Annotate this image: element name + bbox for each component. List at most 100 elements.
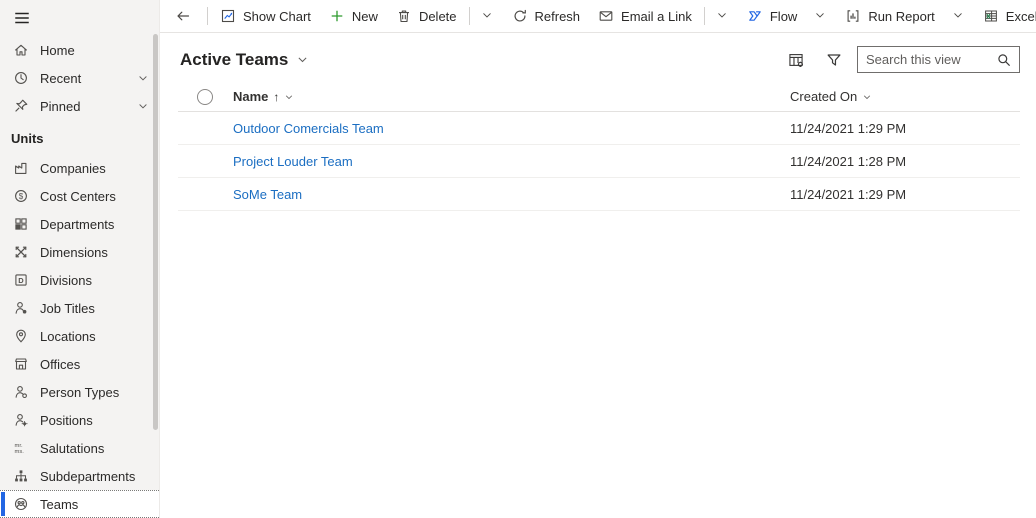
sidebar-item-positions[interactable]: Positions [0,406,159,434]
sidebar-item-label: Teams [40,497,78,512]
select-all-checkbox[interactable] [197,89,213,105]
table-row[interactable]: SoMe Team 11/24/2021 1:29 PM [178,178,1020,211]
table-row[interactable]: Outdoor Comercials Team 11/24/2021 1:29 … [178,112,1020,145]
flow-icon [747,8,763,24]
main-content: Show Chart New Delete Refresh Email a Li… [160,0,1036,518]
column-label: Name [233,89,268,104]
show-chart-button[interactable]: Show Chart [211,0,320,32]
delete-button[interactable]: Delete [387,0,466,32]
button-label: Flow [770,9,797,24]
sidebar-item-pinned[interactable]: Pinned [0,92,159,120]
column-header-created-on[interactable]: Created On [790,89,872,104]
chevron-down-icon [480,8,496,24]
sidebar-scrollbar[interactable] [153,34,158,430]
sidebar-item-dimensions[interactable]: Dimensions [0,238,159,266]
pin-icon [13,98,29,114]
flow-dropdown-button[interactable] [806,0,836,32]
chevron-down-icon[interactable] [137,72,149,84]
new-button[interactable]: New [320,0,387,32]
svg-text:D: D [18,276,24,285]
sidebar-item-label: Person Types [40,385,119,400]
arrows-cross-icon [13,244,29,260]
sidebar-item-subdepartments[interactable]: Subdepartments [0,462,159,490]
svg-text:X: X [986,14,991,21]
email-dropdown-button[interactable] [708,0,738,32]
sidebar-item-label: Divisions [40,273,92,288]
chevron-down-icon [813,8,829,24]
flow-button[interactable]: Flow [738,0,806,32]
sidebar-group-label: Units [0,120,159,154]
sidebar-item-teams[interactable]: Teams [0,490,159,518]
command-bar: Show Chart New Delete Refresh Email a Li… [160,0,1036,33]
button-label: Show Chart [243,9,311,24]
run-report-dropdown-button[interactable] [944,0,974,32]
sidebar-item-label: Home [40,43,75,58]
org-tree-icon [13,468,29,484]
edit-columns-icon[interactable] [785,49,807,71]
back-button[interactable] [162,0,204,32]
sidebar-item-label: Locations [40,329,96,344]
grid-header-row: Name ↑ Created On [178,82,1020,112]
refresh-icon [512,8,528,24]
svg-text:ms.: ms. [15,449,25,455]
chevron-down-icon [715,8,731,24]
column-header-name[interactable]: Name ↑ [233,89,790,104]
salutation-icon: mr.ms. [13,440,29,456]
sidebar-item-locations[interactable]: Locations [0,322,159,350]
hamburger-menu-icon[interactable] [0,0,159,36]
person-gear-icon [13,412,29,428]
toolbar-divider [207,7,208,25]
refresh-button[interactable]: Refresh [503,0,590,32]
excel-templates-button[interactable]: X Excel Templates [974,0,1036,32]
trash-icon [396,8,412,24]
sidebar-item-departments[interactable]: Departments [0,210,159,238]
team-name-link[interactable]: SoMe Team [233,187,790,202]
letter-d-box-icon: D [13,272,29,288]
sidebar-item-divisions[interactable]: D Divisions [0,266,159,294]
sidebar-item-person-types[interactable]: Person Types [0,378,159,406]
search-input[interactable] [858,52,996,67]
grid-icon [13,216,29,232]
chevron-down-icon[interactable] [137,100,149,112]
chevron-down-icon[interactable] [862,92,872,102]
run-report-button[interactable]: Run Report [836,0,943,32]
sidebar: Home Recent Pinned Units Companies $ Cos… [0,0,160,518]
sidebar-item-home[interactable]: Home [0,36,159,64]
button-label: New [352,9,378,24]
building-icon [13,356,29,372]
back-arrow-icon [175,8,191,24]
created-on-value: 11/24/2021 1:29 PM [790,187,906,202]
button-label: Run Report [868,9,934,24]
person-circle-icon [13,384,29,400]
sidebar-item-cost-centers[interactable]: $ Cost Centers [0,182,159,210]
chevron-down-icon [951,8,967,24]
filter-icon[interactable] [823,49,845,71]
sidebar-item-job-titles[interactable]: Job Titles [0,294,159,322]
home-icon [13,42,29,58]
view-header: Active Teams [160,33,1036,82]
view-title[interactable]: Active Teams [180,50,288,70]
toolbar-divider [704,7,705,25]
email-a-link-button[interactable]: Email a Link [589,0,701,32]
team-name-link[interactable]: Project Louder Team [233,154,790,169]
sort-ascending-icon: ↑ [273,90,279,104]
sidebar-item-offices[interactable]: Offices [0,350,159,378]
report-icon [845,8,861,24]
team-name-link[interactable]: Outdoor Comercials Team [233,121,790,136]
dollar-circle-icon: $ [13,188,29,204]
sidebar-item-recent[interactable]: Recent [0,64,159,92]
sidebar-item-label: Offices [40,357,80,372]
table-row[interactable]: Project Louder Team 11/24/2021 1:28 PM [178,145,1020,178]
view-selector-chevron-icon[interactable] [296,53,309,66]
delete-dropdown-button[interactable] [473,0,503,32]
sidebar-item-label: Job Titles [40,301,95,316]
email-icon [598,8,614,24]
search-icon[interactable] [996,52,1012,68]
created-on-value: 11/24/2021 1:29 PM [790,121,906,136]
column-label: Created On [790,89,857,104]
toolbar-divider [469,7,470,25]
sidebar-item-companies[interactable]: Companies [0,154,159,182]
chevron-down-icon[interactable] [284,92,294,102]
sidebar-item-salutations[interactable]: mr.ms. Salutations [0,434,159,462]
created-on-value: 11/24/2021 1:28 PM [790,154,906,169]
